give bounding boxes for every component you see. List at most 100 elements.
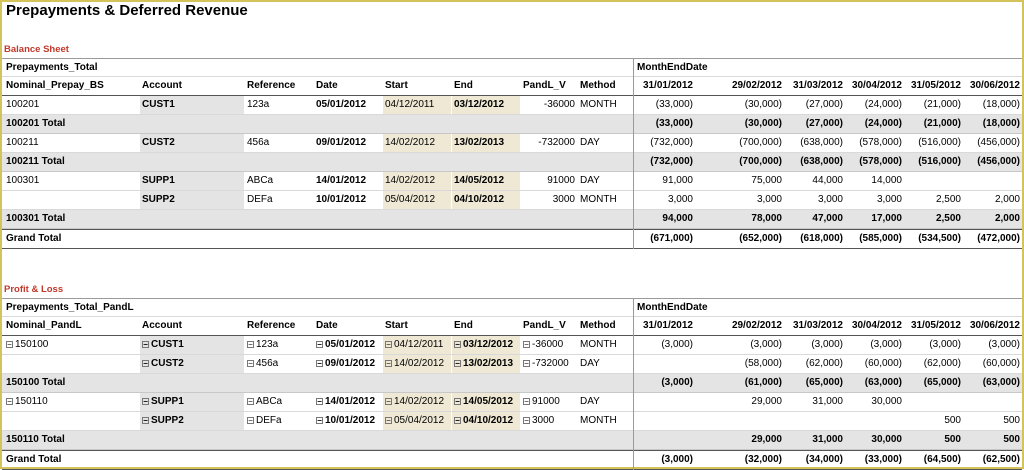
header-pandl-v[interactable]: PandL_V bbox=[521, 77, 577, 95]
header-nominal-prepay-bs[interactable]: Nominal_Prepay_BS bbox=[4, 77, 138, 95]
header-method[interactable]: Method bbox=[578, 77, 634, 95]
collapse-icon[interactable]: − bbox=[454, 416, 461, 424]
collapse-icon[interactable]: − bbox=[523, 416, 530, 424]
collapse-icon[interactable]: − bbox=[523, 397, 530, 405]
collapse-icon[interactable]: − bbox=[454, 359, 461, 367]
collapse-icon[interactable]: − bbox=[142, 416, 149, 424]
header-reference[interactable]: Reference bbox=[245, 77, 313, 95]
header-pandl-v[interactable]: PandL_V bbox=[521, 317, 577, 335]
month-header: 30/04/2012 bbox=[851, 80, 902, 91]
value-cell: 75,000 bbox=[751, 175, 782, 186]
collapse-icon[interactable]: − bbox=[523, 340, 530, 348]
profit-loss-title: Profit & Loss bbox=[4, 284, 64, 295]
collapse-icon[interactable]: − bbox=[247, 416, 254, 424]
collapse-icon[interactable]: − bbox=[247, 340, 254, 348]
month-header: 31/05/2012 bbox=[910, 320, 961, 331]
collapse-icon[interactable]: − bbox=[316, 340, 323, 348]
header-start[interactable]: Start bbox=[383, 317, 451, 335]
reference-value: ABCa bbox=[256, 396, 283, 407]
total-label: 100211 Total bbox=[6, 156, 65, 167]
collapse-icon[interactable]: − bbox=[385, 340, 392, 348]
collapse-icon[interactable]: − bbox=[454, 340, 461, 348]
pandl-value: -36000 bbox=[532, 339, 564, 350]
value-cell bbox=[635, 412, 695, 430]
value-cell: (33,000) bbox=[655, 99, 693, 110]
method-cell: MONTH bbox=[578, 191, 634, 209]
header-end[interactable]: End bbox=[452, 77, 520, 95]
date-cell: −10/01/2012 bbox=[314, 412, 382, 430]
value-cell: 500 bbox=[944, 434, 961, 445]
value-cell: 31,000 bbox=[812, 396, 843, 407]
header-start[interactable]: Start bbox=[383, 77, 451, 95]
value-cell: (27,000) bbox=[805, 99, 843, 110]
field-header-row: Nominal_Prepay_BS Account Reference Date Sta… bbox=[2, 77, 1022, 96]
end-cell: −04/10/2012 bbox=[452, 412, 520, 430]
month-end-date-field[interactable]: MonthEndDate bbox=[635, 299, 725, 317]
collapse-icon[interactable]: − bbox=[385, 416, 392, 424]
value-cell: 14,000 bbox=[871, 175, 902, 186]
value-cell: 2,500 bbox=[935, 213, 961, 224]
collapse-icon[interactable]: − bbox=[385, 359, 392, 367]
table-row: − SUPP2− DEFa −10/01/2012−05/04/2012−04/10/… bbox=[2, 412, 1022, 431]
value-cell: 3,000 bbox=[817, 194, 843, 205]
month-header: 31/01/2012 bbox=[642, 320, 693, 331]
collapse-icon[interactable]: − bbox=[6, 397, 13, 405]
collapse-icon[interactable]: − bbox=[6, 340, 13, 348]
table-row: −150110− SUPP1− ABCa −14/01/2012−14/02/2012… bbox=[2, 393, 1022, 412]
value-cell: (63,000) bbox=[864, 377, 902, 388]
reference-cell: − ABCa bbox=[245, 393, 313, 411]
method-value: MONTH bbox=[580, 194, 617, 205]
value-cell bbox=[964, 393, 1022, 411]
collapse-icon[interactable]: − bbox=[142, 397, 149, 405]
collapse-icon[interactable]: − bbox=[316, 416, 323, 424]
value-cell: (638,000) bbox=[800, 156, 843, 167]
nominal-cell: 100211 bbox=[4, 134, 138, 152]
start-value: 05/04/2012 bbox=[394, 415, 445, 426]
collapse-icon[interactable]: − bbox=[316, 359, 323, 367]
header-date[interactable]: Date bbox=[314, 77, 382, 95]
value-cell bbox=[635, 393, 695, 411]
header-method[interactable]: Method bbox=[578, 317, 634, 335]
account-value: CUST1 bbox=[151, 339, 184, 350]
collapse-icon[interactable]: − bbox=[316, 397, 323, 405]
month-end-date-field[interactable]: MonthEndDate bbox=[635, 59, 725, 77]
header-account[interactable]: Account bbox=[140, 77, 244, 95]
reference-cell: − DEFa bbox=[245, 412, 313, 430]
account-cell: SUPP1 bbox=[140, 172, 244, 190]
header-reference[interactable]: Reference bbox=[245, 317, 313, 335]
account-value: CUST1 bbox=[142, 99, 175, 110]
collapse-icon[interactable]: − bbox=[385, 397, 392, 405]
value-cell: (578,000) bbox=[859, 137, 902, 148]
reference-value: 456a bbox=[247, 137, 270, 148]
start-cell: 04/12/2011 bbox=[383, 96, 451, 114]
balance-sheet-pivot-table: Prepayments_Total MonthEndDate Nominal_Pre… bbox=[2, 58, 1022, 249]
collapse-icon[interactable]: − bbox=[247, 359, 254, 367]
table-row: − CUST2−456a −09/01/2012−14/02/2012−13/02/… bbox=[2, 355, 1022, 374]
collapse-icon[interactable]: − bbox=[523, 359, 530, 367]
collapse-icon[interactable]: − bbox=[142, 359, 149, 367]
total-label: 150110 Total bbox=[6, 434, 65, 445]
pandl-cell: 3000 bbox=[521, 191, 577, 209]
nominal-value: 100201 bbox=[6, 99, 40, 110]
collapse-icon[interactable]: − bbox=[142, 340, 149, 348]
value-cell: 3,000 bbox=[756, 194, 782, 205]
end-value: 04/10/2012 bbox=[454, 194, 505, 205]
header-nominal-pandl[interactable]: Nominal_PandL bbox=[4, 317, 138, 335]
month-header: 30/06/2012 bbox=[969, 320, 1020, 331]
value-cell: (27,000) bbox=[805, 118, 843, 129]
value-cell: (585,000) bbox=[859, 233, 902, 244]
value-cell: 17,000 bbox=[871, 213, 902, 224]
collapse-icon[interactable]: − bbox=[247, 397, 254, 405]
header-end[interactable]: End bbox=[452, 317, 520, 335]
table-row: SUPP2 DEFa 10/01/2012 05/04/2012 04/10/2012 3… bbox=[2, 191, 1022, 210]
column-divider bbox=[633, 59, 634, 249]
header-date[interactable]: Date bbox=[314, 317, 382, 335]
start-value: 04/12/2011 bbox=[394, 339, 444, 350]
collapse-icon[interactable]: − bbox=[454, 397, 461, 405]
reference-cell: −456a bbox=[245, 355, 313, 373]
header-account[interactable]: Account bbox=[140, 317, 244, 335]
value-cell: (3,000) bbox=[661, 454, 693, 465]
pandl-cell: 91000 bbox=[521, 172, 577, 190]
start-cell: −14/02/2012 bbox=[383, 355, 451, 373]
method-cell: DAY bbox=[578, 134, 634, 152]
